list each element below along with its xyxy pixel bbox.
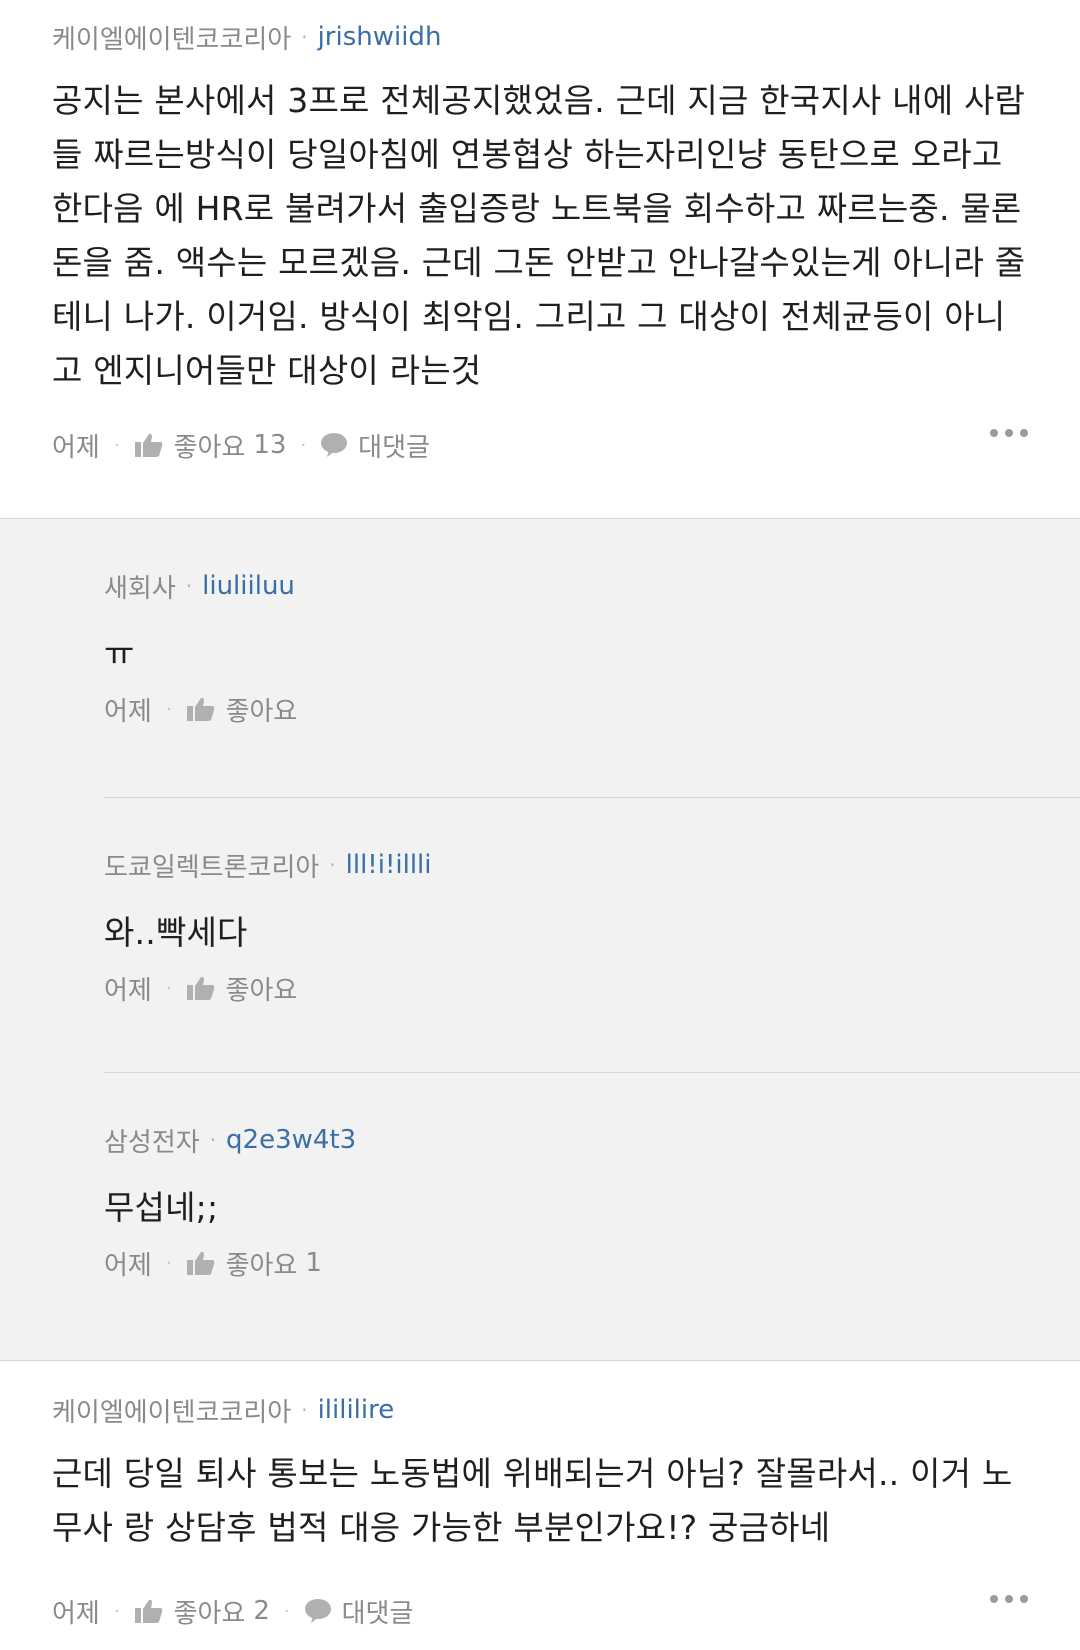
- meta-separator: ·: [301, 25, 308, 49]
- thumbs-up-icon: [134, 433, 162, 457]
- reply-label: 대댓글: [358, 432, 430, 463]
- like-count: 1: [305, 1248, 322, 1278]
- meta-separator: ·: [329, 853, 336, 877]
- comment-meta: 케이엘에이텐코코리아 · jrishwiidh: [52, 18, 1028, 56]
- more-dots-icon[interactable]: [990, 429, 1028, 437]
- reply-body: 무섭네;;: [104, 1188, 219, 1227]
- meta-separator: ·: [185, 574, 193, 598]
- reply-actions: 어제 · 좋아요 1: [104, 1243, 1028, 1283]
- nickname[interactable]: q2e3w4t3: [226, 1125, 356, 1155]
- like-label: 좋아요: [225, 1250, 298, 1281]
- more-dots-icon[interactable]: [990, 1595, 1028, 1603]
- action-separator: ·: [113, 1600, 120, 1622]
- speech-bubble-icon: [304, 1599, 331, 1623]
- like-label: 좋아요: [173, 432, 246, 463]
- comment: 케이엘에이텐코코리아 · jrishwiidh 공지는 본사에서 3프로 전체공…: [0, 0, 1080, 518]
- action-separator: ·: [165, 977, 172, 999]
- thumbs-up-icon: [134, 1599, 162, 1623]
- reply-body: ㅠ: [104, 634, 135, 673]
- reply-actions: 어제 · 좋아요: [104, 968, 1028, 1008]
- action-separator: ·: [113, 434, 120, 456]
- meta-separator: ·: [301, 1398, 308, 1422]
- timestamp: 어제: [52, 1598, 100, 1629]
- reply-button[interactable]: 대댓글: [304, 1593, 414, 1630]
- like-label: 좋아요: [173, 1598, 246, 1629]
- company-name: 도쿄일렉트론코리아: [104, 852, 320, 883]
- speech-bubble-icon: [321, 433, 348, 457]
- nickname[interactable]: lll!i!illli: [346, 850, 432, 880]
- like-button[interactable]: 좋아요: [186, 970, 306, 1007]
- like-label: 좋아요: [225, 696, 298, 727]
- like-button[interactable]: 좋아요 2: [134, 1593, 270, 1630]
- like-button[interactable]: 좋아요: [186, 691, 306, 728]
- like-count: 2: [253, 1596, 270, 1626]
- action-separator: ·: [300, 434, 307, 456]
- company-name: 케이엘에이텐코코리아: [52, 1397, 292, 1428]
- action-separator: ·: [165, 1252, 172, 1274]
- reply-button[interactable]: 대댓글: [320, 427, 430, 464]
- reply-meta: 삼성전자 · q2e3w4t3: [104, 1121, 1080, 1159]
- timestamp: 어제: [52, 432, 100, 463]
- thumbs-up-icon: [186, 976, 214, 1000]
- timestamp: 어제: [104, 975, 152, 1006]
- reply: 도쿄일렉트론코리아 · lll!i!illli 와..빡세다 어제 · 좋아요: [104, 797, 1080, 1072]
- meta-separator: ·: [209, 1128, 217, 1152]
- reply-list: 새회사 · liuliiluu ㅠ 어제 · 좋아요 도쿄일렉트론코리아 · l…: [0, 518, 1080, 1360]
- comment-body: 근데 당일 퇴사 통보는 노동법에 위배되는거 아님? 잘몰라서.. 이거 노무…: [52, 1454, 1013, 1547]
- reply: 삼성전자 · q2e3w4t3 무섭네;; 어제 · 좋아요 1: [104, 1072, 1080, 1360]
- reply: 새회사 · liuliiluu ㅠ 어제 · 좋아요: [104, 519, 1080, 797]
- thumbs-up-icon: [186, 697, 214, 721]
- like-label: 좋아요: [225, 975, 298, 1006]
- timestamp: 어제: [104, 1250, 152, 1281]
- action-separator: ·: [283, 1600, 290, 1622]
- nickname[interactable]: jrishwiidh: [318, 22, 442, 52]
- reply-actions: 어제 · 좋아요: [104, 689, 1028, 729]
- reply-meta: 새회사 · liuliiluu: [104, 567, 1080, 605]
- thumbs-up-icon: [186, 1251, 214, 1275]
- nickname[interactable]: ilililire: [318, 1395, 395, 1425]
- company-name: 케이엘에이텐코코리아: [52, 24, 292, 55]
- comment-actions: 어제 · 좋아요 13 · 대댓글: [52, 425, 1028, 465]
- comment-body: 공지는 본사에서 3프로 전체공지했었음. 근데 지금 한국지사 내에 사람들 …: [52, 81, 1026, 390]
- reply-label: 대댓글: [341, 1598, 414, 1629]
- action-separator: ·: [165, 698, 172, 720]
- comment: 케이엘에이텐코코리아 · ilililire 근데 당일 퇴사 통보는 노동법에…: [0, 1360, 1080, 1650]
- company-name: 새회사: [104, 573, 176, 604]
- like-button[interactable]: 좋아요 1: [186, 1245, 322, 1282]
- reply-meta: 도쿄일렉트론코리아 · lll!i!illli: [104, 846, 1080, 884]
- like-count: 13: [253, 430, 287, 460]
- comment-actions: 어제 · 좋아요 2 · 대댓글: [52, 1591, 1028, 1631]
- nickname[interactable]: liuliiluu: [202, 571, 295, 601]
- comment-meta: 케이엘에이텐코코리아 · ilililire: [52, 1391, 1028, 1429]
- reply-body: 와..빡세다: [104, 913, 248, 952]
- company-name: 삼성전자: [104, 1127, 200, 1158]
- like-button[interactable]: 좋아요 13: [134, 427, 287, 464]
- timestamp: 어제: [104, 696, 152, 727]
